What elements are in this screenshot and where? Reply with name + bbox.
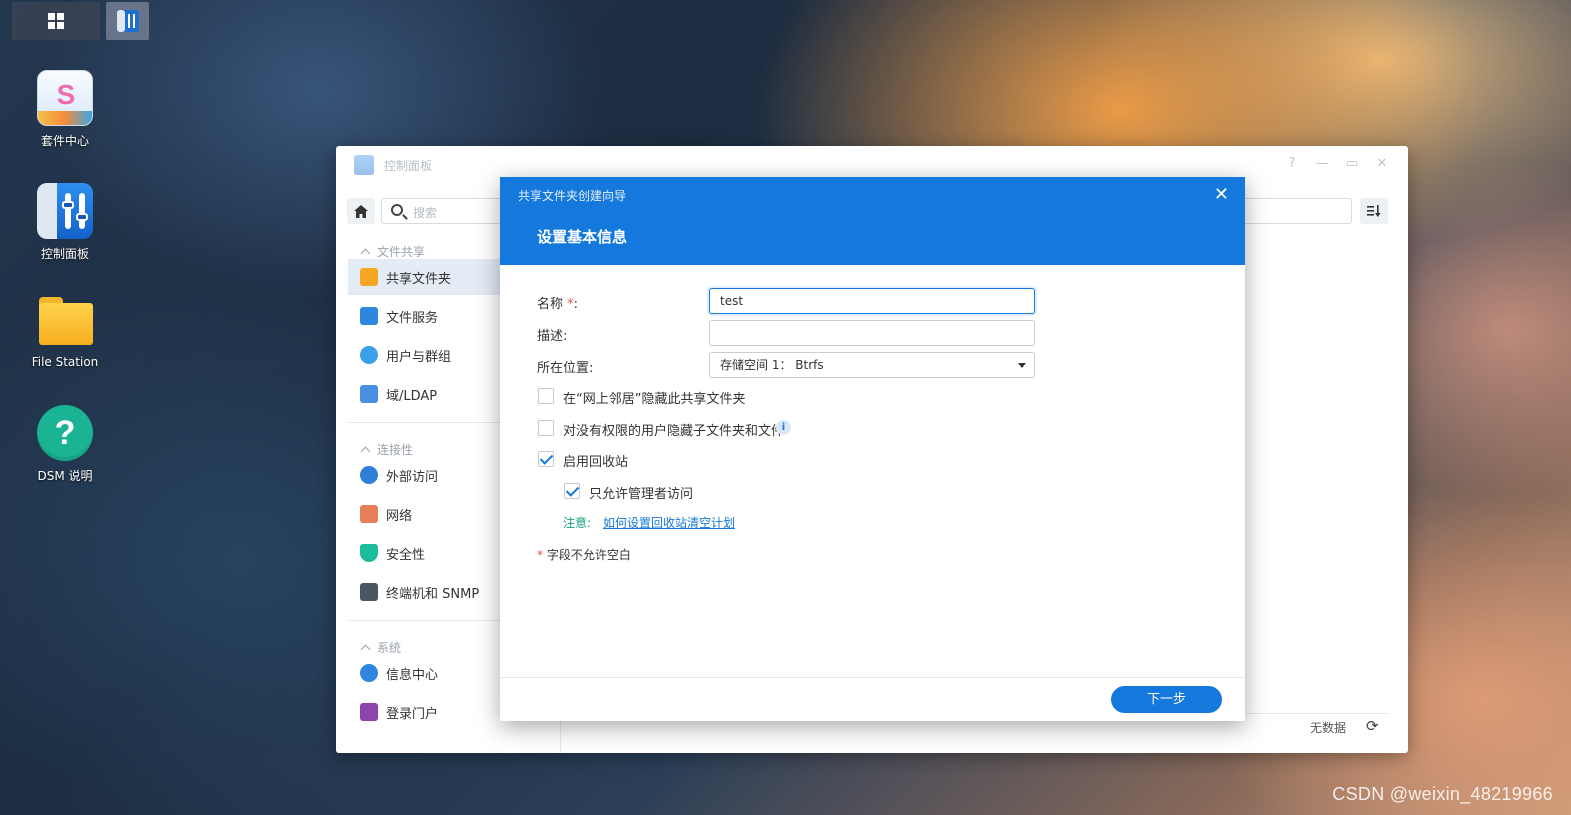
home-icon <box>354 204 368 218</box>
desktop-icon-file-station[interactable]: File Station <box>18 293 112 369</box>
admin-only-label: 只允许管理者访问 <box>589 487 694 502</box>
sidebar-item-label: 信息中心 <box>386 667 439 683</box>
hide-in-network-label: 在“网上邻居”隐藏此共享文件夹 <box>563 392 746 407</box>
name-input[interactable]: test <box>709 288 1035 314</box>
required-hint-text: 字段不允许空白 <box>546 548 631 562</box>
required-hint: * 字段不允许空白 <box>537 546 631 563</box>
sort-icon <box>1367 205 1381 217</box>
hide-in-network-checkbox[interactable] <box>538 388 554 404</box>
wizard-header: 共享文件夹创建向导 ✕ 设置基本信息 <box>500 177 1245 265</box>
section-label: 文件共享 <box>377 245 426 259</box>
folder-icon <box>360 268 378 286</box>
minimize-icon[interactable]: — <box>1314 156 1330 172</box>
users-icon <box>360 346 378 364</box>
description-input[interactable] <box>709 320 1035 346</box>
chevron-up-icon <box>360 446 371 457</box>
wizard-step-heading: 设置基本信息 <box>537 228 628 246</box>
wizard-window-title: 共享文件夹创建向导 <box>518 189 627 203</box>
name-label: 名称 *: <box>537 297 579 312</box>
sidebar-item-label: 用户与群组 <box>386 349 452 365</box>
recycle-bin-schedule-link[interactable]: 如何设置回收站清空计划 <box>603 514 735 531</box>
search-icon <box>391 204 403 216</box>
description-label: 描述: <box>537 329 568 344</box>
sidebar-item-label: 安全性 <box>386 547 426 563</box>
required-asterisk: * <box>537 548 543 562</box>
taskbar <box>0 0 1571 42</box>
sidebar-item-label: 外部访问 <box>386 469 439 485</box>
footer-status: 无数据 <box>1310 721 1347 735</box>
maximize-icon[interactable]: ▭ <box>1344 156 1360 172</box>
footer-divider <box>500 677 1245 678</box>
terminal-icon <box>360 583 378 601</box>
desktop-icon-label: DSM 说明 <box>37 469 93 483</box>
sidebar-item-label: 网络 <box>386 508 413 524</box>
control-panel-icon <box>354 155 374 175</box>
desktop-icon-dsm-help[interactable]: ? DSM 说明 <box>18 405 112 484</box>
login-portal-icon <box>360 703 378 721</box>
help-icon[interactable]: ? <box>1284 156 1300 172</box>
home-button[interactable] <box>347 198 375 224</box>
desktop-icon-label: File Station <box>31 355 99 369</box>
sidebar-item-label: 文件服务 <box>386 310 439 326</box>
section-file-sharing[interactable]: 文件共享 <box>360 243 426 260</box>
desktop-icon-control-panel[interactable]: 控制面板 <box>18 183 112 262</box>
dropdown-caret-icon <box>1018 363 1026 368</box>
enable-recycle-bin-checkbox[interactable] <box>538 451 554 467</box>
chevron-up-icon <box>360 248 371 259</box>
desktop-icon-label: 套件中心 <box>40 134 89 148</box>
sidebar-item-label: 登录门户 <box>386 706 439 722</box>
control-panel-icon <box>37 183 93 239</box>
location-select-value: 存储空间 1： Btrfs <box>720 358 824 372</box>
hide-subfolders-label: 对没有权限的用户隐藏子文件夹和文件 <box>563 424 785 439</box>
taskbar-control-panel-button[interactable] <box>106 2 149 40</box>
name-label-text: 名称 <box>537 297 564 312</box>
watermark: CSDN @weixin_48219966 <box>1332 784 1553 804</box>
sidebar-item-label: 域/LDAP <box>386 388 438 404</box>
info-icon <box>360 664 378 682</box>
desktop-icon-label: 控制面板 <box>40 247 89 261</box>
file-station-icon <box>37 293 93 349</box>
shield-icon <box>360 544 378 562</box>
shared-folder-wizard-dialog: 共享文件夹创建向导 ✕ 设置基本信息 名称 *: test 描述: 所在位置: … <box>500 177 1245 721</box>
network-icon <box>360 505 378 523</box>
directory-icon <box>360 385 378 403</box>
sidebar-item-label: 共享文件夹 <box>386 271 452 287</box>
section-label: 连接性 <box>377 443 414 457</box>
info-icon[interactable]: i <box>776 420 791 435</box>
section-label: 系统 <box>377 641 402 655</box>
section-connectivity[interactable]: 连接性 <box>360 441 414 458</box>
main-menu-button[interactable] <box>12 2 100 40</box>
help-icon: ? <box>37 405 93 461</box>
refresh-icon[interactable]: ⟳ <box>1366 717 1379 735</box>
close-icon[interactable]: ✕ <box>1374 156 1390 172</box>
window-title: 控制面板 <box>384 159 433 173</box>
search-placeholder: 搜索 <box>413 206 438 220</box>
sort-button[interactable] <box>1360 198 1388 224</box>
hide-subfolders-checkbox[interactable] <box>538 420 554 436</box>
note-label: 注意: <box>563 516 592 530</box>
control-panel-icon <box>116 10 139 32</box>
main-search-input[interactable] <box>1244 198 1352 224</box>
location-select[interactable]: 存储空间 1： Btrfs <box>709 352 1035 378</box>
chevron-up-icon <box>360 644 371 655</box>
location-label: 所在位置: <box>537 361 594 376</box>
package-center-icon: S <box>37 70 93 126</box>
required-asterisk: * <box>567 297 574 312</box>
file-services-icon <box>360 307 378 325</box>
external-access-icon <box>360 466 378 484</box>
enable-recycle-bin-label: 启用回收站 <box>563 455 629 470</box>
section-system[interactable]: 系统 <box>360 639 402 656</box>
desktop-icon-package-center[interactable]: S 套件中心 <box>18 70 112 149</box>
grid-icon <box>48 13 64 29</box>
admin-only-checkbox[interactable] <box>564 483 580 499</box>
sidebar-item-label: 终端机和 SNMP <box>386 586 480 602</box>
close-icon[interactable]: ✕ <box>1214 185 1229 205</box>
next-button[interactable]: 下一步 <box>1111 686 1222 713</box>
